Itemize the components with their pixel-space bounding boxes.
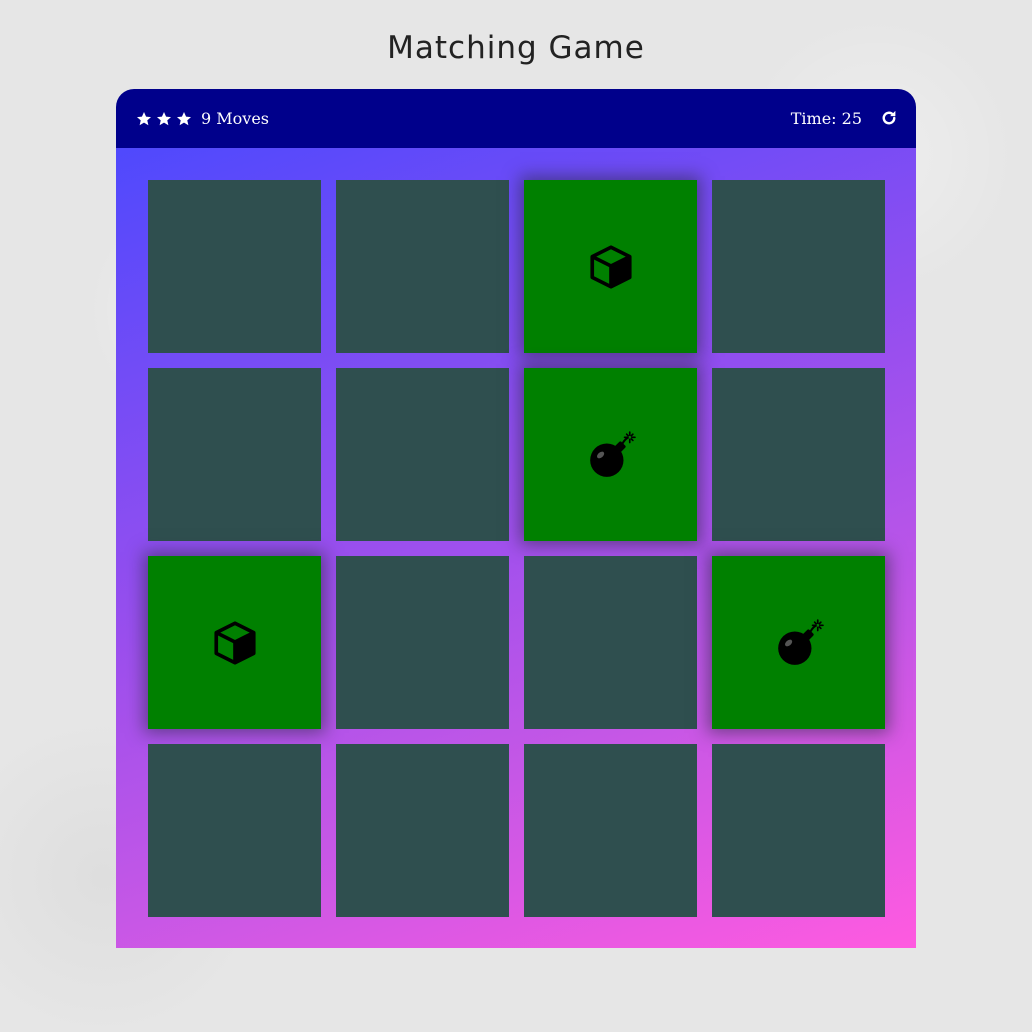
card[interactable] [712,744,885,917]
card[interactable] [148,368,321,541]
card[interactable] [712,180,885,353]
timer: Time: 25 [790,109,862,128]
card[interactable] [148,744,321,917]
page-title: Matching Game [387,30,645,66]
card[interactable] [524,744,697,917]
star-rating [136,89,196,148]
card[interactable] [712,368,885,541]
card[interactable] [336,180,509,353]
score-panel: 9 Moves Time: 25 [116,89,916,148]
star-icon [137,111,151,125]
moves-counter: 9 Moves [201,109,269,128]
card[interactable] [524,368,697,541]
card[interactable] [524,180,697,353]
cube-icon [210,618,260,668]
card[interactable] [336,556,509,729]
card[interactable] [148,180,321,353]
bomb-icon [586,430,636,480]
card-deck [116,148,916,948]
restart-icon[interactable] [880,109,898,127]
star-icon [157,111,171,125]
star-icon [177,111,191,125]
card[interactable] [336,744,509,917]
card[interactable] [524,556,697,729]
card[interactable] [148,556,321,729]
card[interactable] [336,368,509,541]
bomb-icon [774,618,824,668]
cube-icon [586,242,636,292]
card[interactable] [712,556,885,729]
